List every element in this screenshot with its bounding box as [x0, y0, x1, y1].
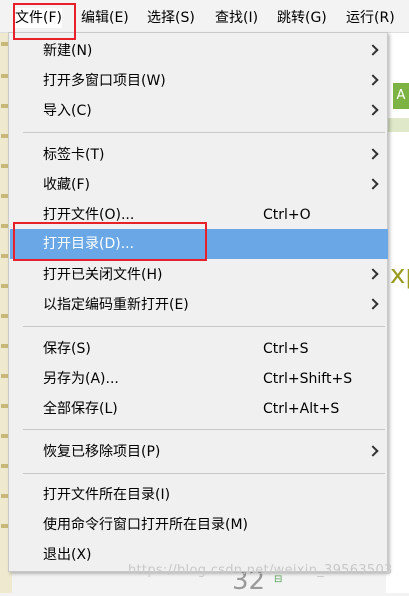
menu-separator [23, 132, 385, 133]
menu-item-open-multi-window[interactable]: 打开多窗口项目(W) [10, 66, 388, 96]
watermark: https://blog.csdn.net/weixin_39563503 [128, 563, 393, 578]
menu-item-shortcut: Ctrl+S [263, 341, 309, 357]
menu-item-label: 以指定编码重新打开(E) [43, 297, 189, 313]
menu-item-label: 导入(C) [43, 103, 92, 119]
menu-item-save[interactable]: 保存(S) Ctrl+S [10, 334, 388, 364]
menu-item-new[interactable]: 新建(N) [10, 36, 388, 66]
menu-item-favorites[interactable]: 收藏(F) [10, 170, 388, 200]
menu-item-label: 另存为(A)... [43, 371, 119, 387]
menu-bar: 文件(F) 编辑(E) 选择(S) 查找(I) 跳转(G) 运行(R) [0, 0, 409, 33]
editor-partial-text: xp [390, 260, 409, 290]
menu-item-label: 标签卡(T) [43, 147, 105, 163]
menu-item-reopen-with-encoding[interactable]: 以指定编码重新打开(E) [10, 290, 388, 320]
menu-run[interactable]: 运行(R) [346, 8, 395, 28]
menu-item-import[interactable]: 导入(C) [10, 96, 388, 126]
menu-item-label: 恢复已移除项目(P) [43, 444, 161, 460]
menu-find[interactable]: 查找(I) [215, 8, 258, 28]
menu-item-save-as[interactable]: 另存为(A)... Ctrl+Shift+S [10, 364, 388, 394]
menu-item-open-directory[interactable]: 打开目录(D)... [10, 229, 388, 259]
menu-item-save-all[interactable]: 全部保存(L) Ctrl+Alt+S [10, 394, 388, 424]
menu-item-restore-removed[interactable]: 恢复已移除项目(P) [10, 437, 388, 467]
menu-item-label: 收藏(F) [43, 177, 90, 193]
chevron-right-icon [367, 148, 379, 160]
editor-area[interactable] [386, 32, 409, 593]
chevron-right-icon [367, 74, 379, 86]
file-menu-dropdown: 新建(N) 打开多窗口项目(W) 导入(C) 标签卡(T) 收藏(F) 打开文件… [8, 32, 388, 572]
chevron-right-icon [367, 445, 379, 457]
menu-separator [23, 326, 385, 327]
menu-item-open-containing-folder[interactable]: 打开文件所在目录(I) [10, 480, 388, 510]
chevron-right-icon [367, 298, 379, 310]
menu-item-label: 新建(N) [43, 43, 93, 59]
menu-separator [23, 473, 385, 474]
menu-file[interactable]: 文件(F) [15, 8, 62, 28]
menu-item-label: 打开文件所在目录(I) [43, 487, 171, 503]
menu-goto[interactable]: 跳转(G) [277, 8, 327, 28]
menu-item-shortcut: Ctrl+Shift+S [263, 371, 353, 387]
menu-item-tabs[interactable]: 标签卡(T) [10, 140, 388, 170]
menu-separator [23, 429, 385, 430]
menu-item-shortcut: Ctrl+Alt+S [263, 401, 340, 417]
menu-item-label: 退出(X) [43, 547, 92, 563]
menu-item-label: 打开文件(O)... [43, 207, 135, 223]
menu-item-label: 保存(S) [43, 341, 91, 357]
menu-item-label: 打开多窗口项目(W) [43, 73, 166, 89]
chevron-right-icon [367, 268, 379, 280]
chevron-right-icon [367, 178, 379, 190]
chevron-right-icon [367, 104, 379, 116]
menu-item-label: 使用命令行窗口打开所在目录(M) [43, 517, 249, 533]
menu-item-shortcut: Ctrl+O [263, 207, 311, 223]
menu-item-open-closed-file[interactable]: 打开已关闭文件(H) [10, 260, 388, 290]
menu-item-label: 打开已关闭文件(H) [43, 267, 163, 283]
menu-item-open-in-terminal[interactable]: 使用命令行窗口打开所在目录(M) [10, 510, 388, 540]
menu-item-label: 打开目录(D)... [43, 236, 135, 252]
editor-highlight-strip [386, 118, 409, 132]
chevron-right-icon [367, 44, 379, 56]
menu-item-open-file[interactable]: 打开文件(O)... Ctrl+O [10, 200, 388, 230]
menu-edit[interactable]: 编辑(E) [81, 8, 129, 28]
menu-select[interactable]: 选择(S) [147, 8, 195, 28]
menu-item-label: 全部保存(L) [43, 401, 118, 417]
editor-tag: A [393, 83, 409, 109]
